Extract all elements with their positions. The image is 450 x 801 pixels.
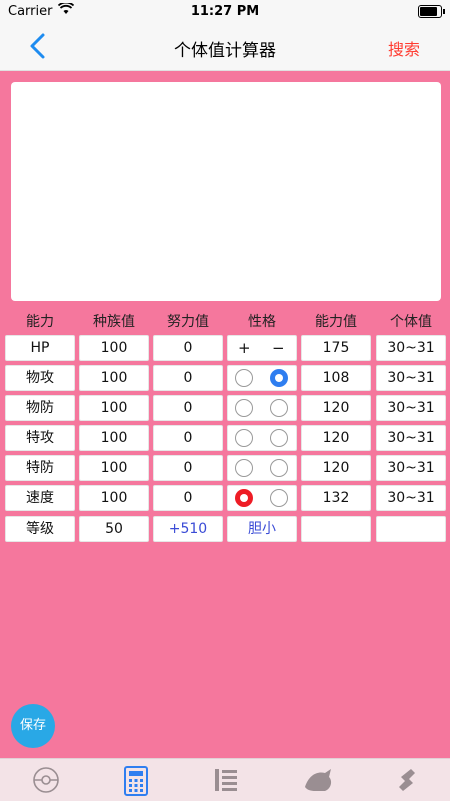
empty-cell <box>301 516 371 542</box>
stat-label: 速度 <box>5 485 75 511</box>
base-stat-field[interactable]: 100 <box>79 485 149 511</box>
stat-value-field[interactable]: 108 <box>301 365 371 391</box>
remaining-effort-value: +510 <box>153 516 223 542</box>
header-base-stat: 种族值 <box>93 314 135 330</box>
table-row-speed: 速度 100 0 132 30~31 <box>0 485 450 511</box>
nature-selector <box>227 395 297 421</box>
table-row-sp-attack: 特攻 100 0 120 30~31 <box>0 425 450 451</box>
effort-value-field[interactable]: 0 <box>153 335 223 361</box>
save-button[interactable]: 保存 <box>11 704 55 748</box>
nature-increase-radio[interactable] <box>270 399 288 417</box>
tab-pokeball[interactable] <box>0 759 90 801</box>
nature-selector: + − <box>227 335 297 361</box>
effort-value-field[interactable]: 0 <box>153 365 223 391</box>
tab-creature[interactable] <box>270 759 360 801</box>
base-stat-field[interactable]: 100 <box>79 425 149 451</box>
search-text-area[interactable] <box>11 82 441 301</box>
stat-value-field[interactable]: 175 <box>301 335 371 361</box>
nature-selector <box>227 455 297 481</box>
status-bar: Carrier 11:27 PM <box>0 0 450 24</box>
nature-decrease-radio[interactable] <box>235 429 253 447</box>
empty-cell <box>376 516 446 542</box>
tab-tools[interactable] <box>360 759 450 801</box>
tab-list[interactable] <box>180 759 270 801</box>
stat-value-field[interactable]: 132 <box>301 485 371 511</box>
header-individual-value: 个体值 <box>390 314 432 330</box>
search-button[interactable]: 搜索 <box>388 36 420 60</box>
tool-icon <box>399 769 415 791</box>
nature-increase-radio[interactable] <box>270 429 288 447</box>
creature-icon <box>305 769 332 791</box>
header-effort-value: 努力值 <box>167 314 209 330</box>
effort-value-field[interactable]: 0 <box>153 455 223 481</box>
table-row-attack: 物攻 100 0 108 30~31 <box>0 365 450 391</box>
nature-name[interactable]: 胆小 <box>227 516 297 542</box>
page-title: 个体值计算器 <box>174 41 276 61</box>
tab-calculator[interactable] <box>90 759 180 801</box>
nature-selector <box>227 425 297 451</box>
nature-selector <box>227 365 297 391</box>
base-stat-field[interactable]: 100 <box>79 455 149 481</box>
table-row-sp-defense: 特防 100 0 120 30~31 <box>0 455 450 481</box>
effort-value-field[interactable]: 0 <box>153 485 223 511</box>
level-field[interactable]: 50 <box>79 516 149 542</box>
nature-increase-radio[interactable] <box>270 459 288 477</box>
pokeball-icon <box>33 767 59 793</box>
navigation-bar: 个体值计算器 搜索 <box>0 24 450 71</box>
individual-value-result: 30~31 <box>376 425 446 451</box>
effort-value-field[interactable]: 0 <box>153 425 223 451</box>
stat-label: 物攻 <box>5 365 75 391</box>
list-icon <box>215 769 237 791</box>
level-label: 等级 <box>5 516 75 542</box>
nature-selector <box>227 485 297 511</box>
base-stat-field[interactable]: 100 <box>79 335 149 361</box>
clock: 11:27 PM <box>190 4 260 19</box>
stat-label: 特防 <box>5 455 75 481</box>
stat-value-field[interactable]: 120 <box>301 455 371 481</box>
individual-value-result: 30~31 <box>376 365 446 391</box>
stat-value-field[interactable]: 120 <box>301 395 371 421</box>
individual-value-result: 30~31 <box>376 455 446 481</box>
base-stat-field[interactable]: 100 <box>79 395 149 421</box>
plus-icon[interactable]: + <box>238 336 251 361</box>
individual-value-result: 30~31 <box>376 335 446 361</box>
individual-value-result: 30~31 <box>376 485 446 511</box>
minus-icon[interactable]: − <box>272 336 285 361</box>
table-row-defense: 物防 100 0 120 30~31 <box>0 395 450 421</box>
header-nature: 性格 <box>248 314 276 330</box>
tab-bar <box>0 758 450 801</box>
stat-label: 物防 <box>5 395 75 421</box>
table-row-hp: HP 100 0 + − 175 30~31 <box>0 335 450 361</box>
calculator-icon <box>124 766 148 796</box>
base-stat-field[interactable]: 100 <box>79 365 149 391</box>
stat-value-field[interactable]: 120 <box>301 425 371 451</box>
nature-decrease-radio[interactable] <box>235 369 253 387</box>
battery-icon <box>418 5 445 18</box>
nature-decrease-radio[interactable] <box>235 399 253 417</box>
calculator-panel: 能力 种族值 努力值 性格 能力值 个体值 HP 100 0 + − 175 3… <box>0 71 450 758</box>
nature-increase-radio[interactable] <box>270 489 288 507</box>
nature-decrease-radio[interactable] <box>235 489 253 507</box>
effort-value-field[interactable]: 0 <box>153 395 223 421</box>
header-stat-value: 能力值 <box>315 314 357 330</box>
stat-label: HP <box>5 335 75 361</box>
stat-label: 特攻 <box>5 425 75 451</box>
table-row-level: 等级 50 +510 胆小 <box>0 516 450 542</box>
header-stat-name: 能力 <box>26 314 54 330</box>
column-headers: 能力 种族值 努力值 性格 能力值 个体值 <box>0 311 450 331</box>
nature-decrease-radio[interactable] <box>235 459 253 477</box>
nature-increase-radio[interactable] <box>270 369 288 387</box>
individual-value-result: 30~31 <box>376 395 446 421</box>
